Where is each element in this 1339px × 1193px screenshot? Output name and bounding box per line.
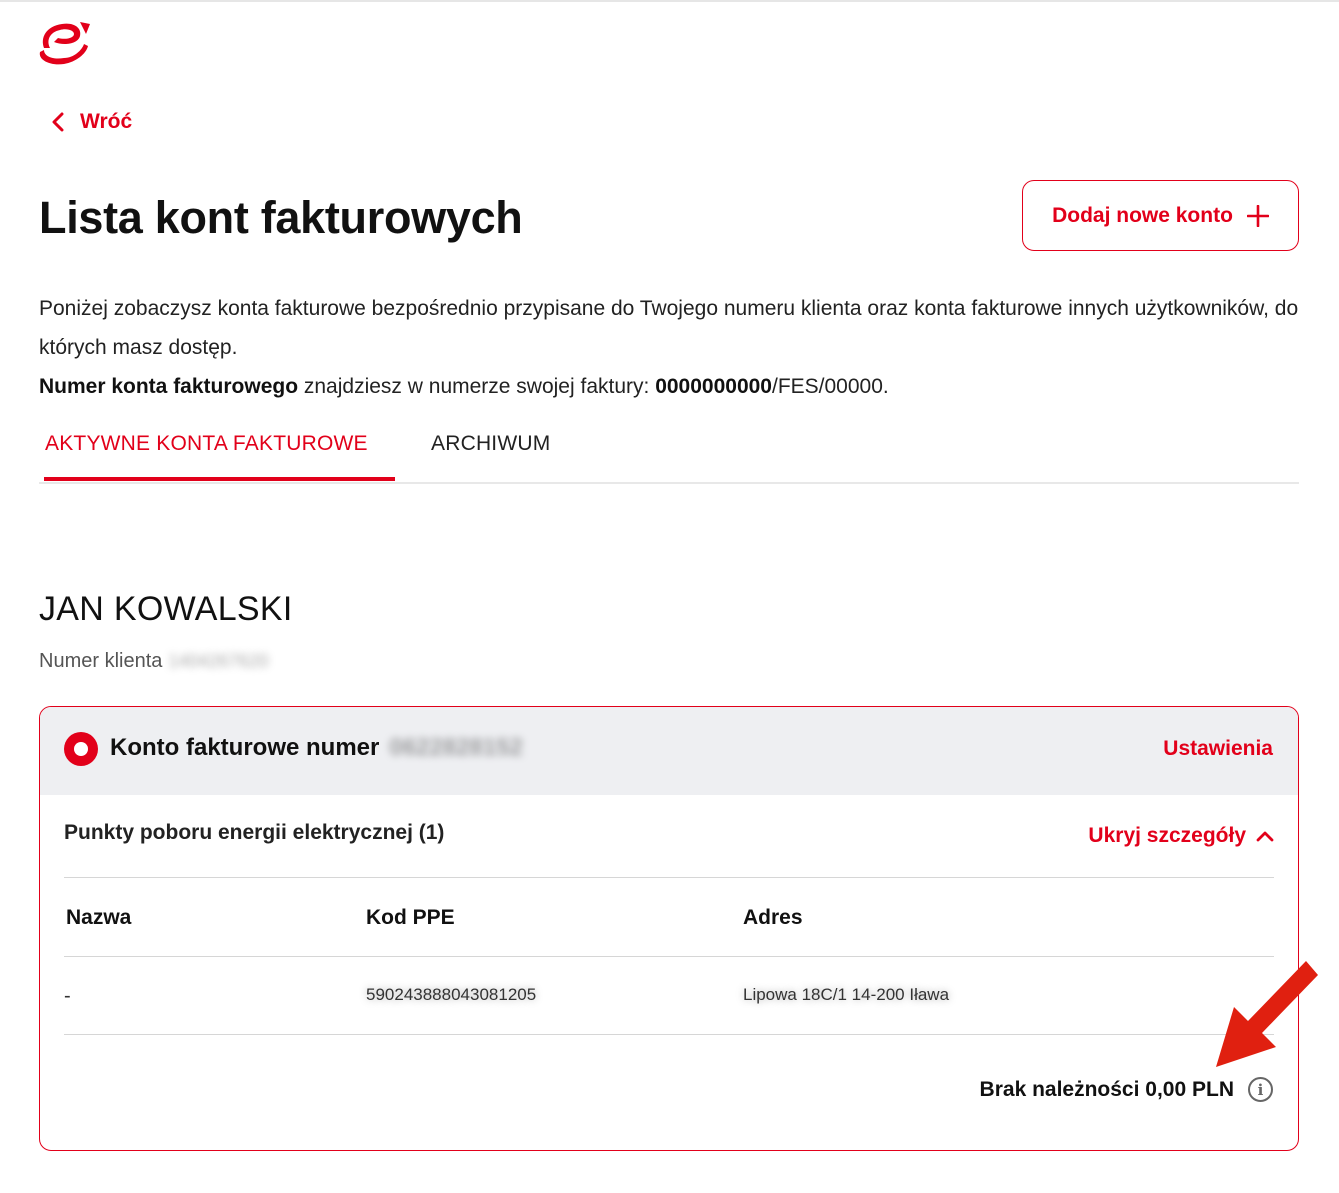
add-account-button[interactable]: Dodaj nowe konto xyxy=(1022,180,1299,251)
add-account-button-label: Dodaj nowe konto xyxy=(1052,203,1233,227)
tab-archive[interactable]: ARCHIWUM xyxy=(431,432,550,456)
column-header-ppe: Kod PPE xyxy=(366,906,455,929)
account-number-value: 0622828152 xyxy=(389,734,523,761)
client-number: Numer klienta 1404267620 xyxy=(39,650,269,673)
account-card-header: Konto fakturowe numer 0622828152 Ustawie… xyxy=(40,707,1298,795)
hide-details-toggle[interactable]: Ukryj szczegóły xyxy=(1088,824,1274,848)
description-line-2: Numer konta fakturowego znajdziesz w num… xyxy=(39,367,1299,406)
ppe-section-title: Punkty poboru energii elektrycznej (1) xyxy=(64,821,445,844)
page: Wróć Lista kont fakturowych Dodaj nowe k… xyxy=(0,0,1339,1193)
description-line-1: Poniżej zobaczysz konta fakturowe bezpoś… xyxy=(39,297,1299,359)
column-header-address: Adres xyxy=(743,906,803,929)
hide-details-label: Ukryj szczegóły xyxy=(1088,824,1246,847)
description-mid: znajdziesz w numerze swojej faktury: xyxy=(298,375,656,398)
brand-logo-icon[interactable] xyxy=(36,18,92,68)
client-number-label: Numer klienta xyxy=(39,650,163,672)
column-header-name: Nazwa xyxy=(66,906,132,929)
back-link-label: Wróć xyxy=(80,110,133,133)
tabs: AKTYWNE KONTA FAKTUROWE ARCHIWUM xyxy=(39,424,1299,484)
client-number-value: 1404267620 xyxy=(168,651,269,671)
description-suffix: /FES/00000. xyxy=(771,375,889,398)
row-ppe-code: 590243888043081205 xyxy=(366,985,537,1004)
divider xyxy=(64,1034,1274,1035)
info-icon[interactable]: i xyxy=(1248,1077,1273,1102)
divider xyxy=(64,956,1274,957)
active-tab-indicator xyxy=(44,477,395,481)
client-name: JAN KOWALSKI xyxy=(39,590,293,628)
annotation-arrow-icon xyxy=(1216,961,1318,1067)
balance-summary: Brak należności 0,00 PLN i xyxy=(980,1077,1273,1102)
plus-icon xyxy=(1246,204,1269,227)
settings-link[interactable]: Ustawienia xyxy=(1163,737,1273,761)
row-address: Lipowa 18C/1 14-200 Iława xyxy=(743,985,950,1004)
billing-account-card: Konto fakturowe numer 0622828152 Ustawie… xyxy=(39,706,1299,1151)
balance-label: Brak należności 0,00 PLN xyxy=(979,1077,1234,1101)
page-description: Poniżej zobaczysz konta fakturowe bezpoś… xyxy=(39,289,1299,406)
chevron-left-icon xyxy=(52,112,64,132)
divider xyxy=(64,877,1274,878)
account-label: Konto fakturowe numer 0622828152 xyxy=(110,734,523,762)
row-name: - xyxy=(64,985,71,1007)
description-number: 0000000000 xyxy=(655,375,772,398)
back-link[interactable]: Wróć xyxy=(50,110,132,134)
account-label-text: Konto fakturowe numer xyxy=(110,734,380,761)
account-radio-icon[interactable] xyxy=(64,732,98,766)
description-bold-label: Numer konta fakturowego xyxy=(39,375,299,398)
page-title: Lista kont fakturowych xyxy=(39,192,523,243)
top-border xyxy=(0,0,1339,2)
tab-active-accounts[interactable]: AKTYWNE KONTA FAKTUROWE xyxy=(45,432,368,456)
chevron-up-icon xyxy=(1256,831,1274,842)
